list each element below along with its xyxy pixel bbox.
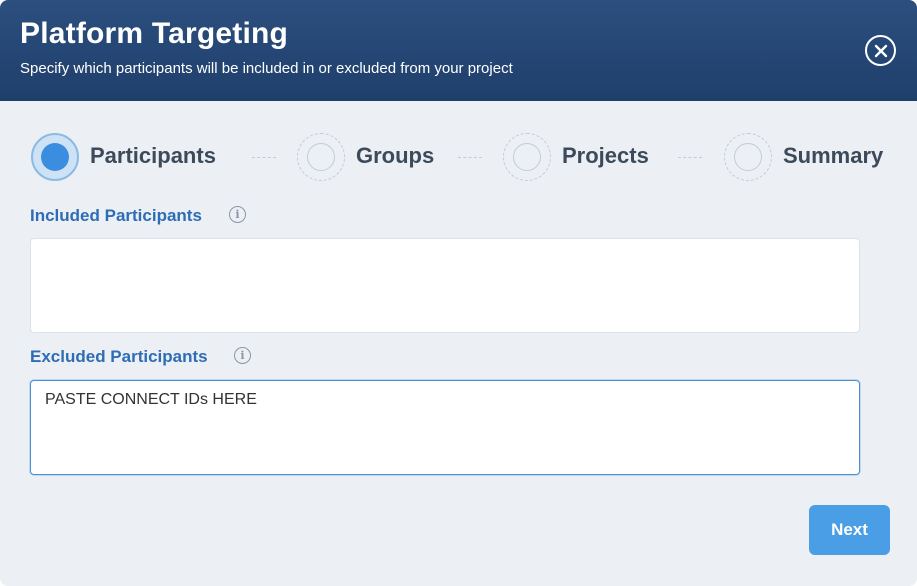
step-participants-indicator[interactable] <box>31 133 79 181</box>
modal-title: Platform Targeting <box>20 17 289 50</box>
step-participants-label[interactable]: Participants <box>90 143 216 169</box>
step-connector <box>458 157 482 158</box>
modal-subtitle: Specify which participants will be inclu… <box>20 60 513 77</box>
inactive-step-ring <box>513 143 541 171</box>
step-summary-label[interactable]: Summary <box>783 143 883 169</box>
step-projects-indicator[interactable] <box>503 133 551 181</box>
modal-header: Platform Targeting Specify which partici… <box>0 0 917 101</box>
close-button[interactable] <box>865 35 896 66</box>
step-connector <box>678 157 702 158</box>
step-connector <box>252 157 276 158</box>
included-participants-label: Included Participants <box>30 206 202 225</box>
info-icon[interactable]: i <box>234 347 251 364</box>
step-projects-label[interactable]: Projects <box>562 143 649 169</box>
step-groups-indicator[interactable] <box>297 133 345 181</box>
included-participants-input[interactable] <box>30 238 860 333</box>
close-icon <box>874 44 887 57</box>
next-button[interactable]: Next <box>809 505 890 555</box>
step-summary-indicator[interactable] <box>724 133 772 181</box>
excluded-participants-label: Excluded Participants <box>30 347 208 366</box>
active-step-dot <box>41 143 69 171</box>
info-icon[interactable]: i <box>229 206 246 223</box>
platform-targeting-modal: Platform Targeting Specify which partici… <box>0 0 917 586</box>
excluded-participants-input[interactable] <box>30 380 860 475</box>
step-groups-label[interactable]: Groups <box>356 143 434 169</box>
inactive-step-ring <box>307 143 335 171</box>
inactive-step-ring <box>734 143 762 171</box>
